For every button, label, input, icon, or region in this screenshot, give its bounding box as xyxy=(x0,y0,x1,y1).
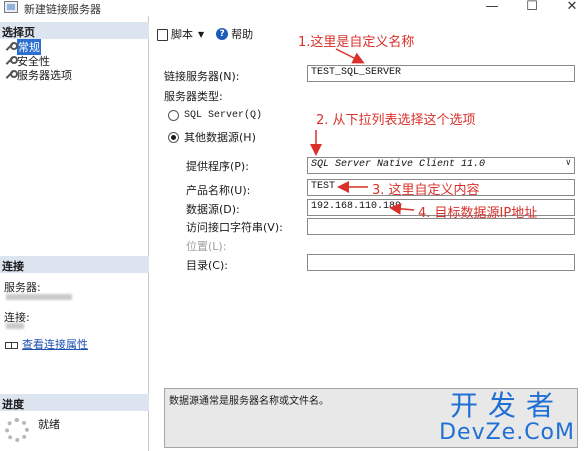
maximize-button[interactable]: ☐ xyxy=(523,0,541,15)
page-item-security[interactable]: 安全性 xyxy=(4,54,50,68)
annotation-arrow-1 xyxy=(335,48,365,64)
app-icon xyxy=(4,1,18,13)
server-label: 服务器: xyxy=(4,281,41,294)
window-title: 新建链接服务器 xyxy=(24,3,101,16)
progress-spinner-icon xyxy=(5,418,29,442)
watermark-en: DevZe.CoM xyxy=(439,420,575,445)
wrench-icon xyxy=(4,55,18,66)
blurred-server-value xyxy=(6,294,72,300)
close-button[interactable]: ✕ xyxy=(563,0,581,15)
connection-properties-icon xyxy=(4,339,18,349)
left-pane: 选择页 常规 安全性 服务器选项 连接 服务器: 连接: 查看连接属性 进度 就… xyxy=(0,16,149,451)
minimize-button[interactable]: — xyxy=(483,0,501,15)
page-item-label: 服务器选项 xyxy=(17,68,72,82)
status-text: 就绪 xyxy=(38,418,60,431)
annotation-arrows xyxy=(310,48,415,215)
page-item-server-options[interactable]: 服务器选项 xyxy=(4,68,72,82)
title-bar: 新建链接服务器 — ☐ ✕ xyxy=(0,0,585,16)
connection-header: 连接 xyxy=(0,256,149,273)
watermark-cn: 开发者 xyxy=(450,389,565,422)
wrench-icon xyxy=(4,69,18,80)
blurred-connection-value xyxy=(6,323,24,329)
wrench-icon xyxy=(4,41,18,52)
select-page-header: 选择页 xyxy=(0,22,149,39)
view-connection-properties-link[interactable]: 查看连接属性 xyxy=(4,336,88,352)
annotation-arrow-4 xyxy=(389,202,415,215)
progress-header: 进度 xyxy=(0,394,149,411)
watermark: 开发者 DevZe.CoM xyxy=(439,391,575,445)
page-item-general[interactable]: 常规 xyxy=(4,38,41,55)
view-conn-props-label: 查看连接属性 xyxy=(22,338,88,351)
main-pane: 脚本 ▼ ? 帮助 链接服务器(N): TEST_SQL_SERVER 服务器类… xyxy=(150,16,585,451)
